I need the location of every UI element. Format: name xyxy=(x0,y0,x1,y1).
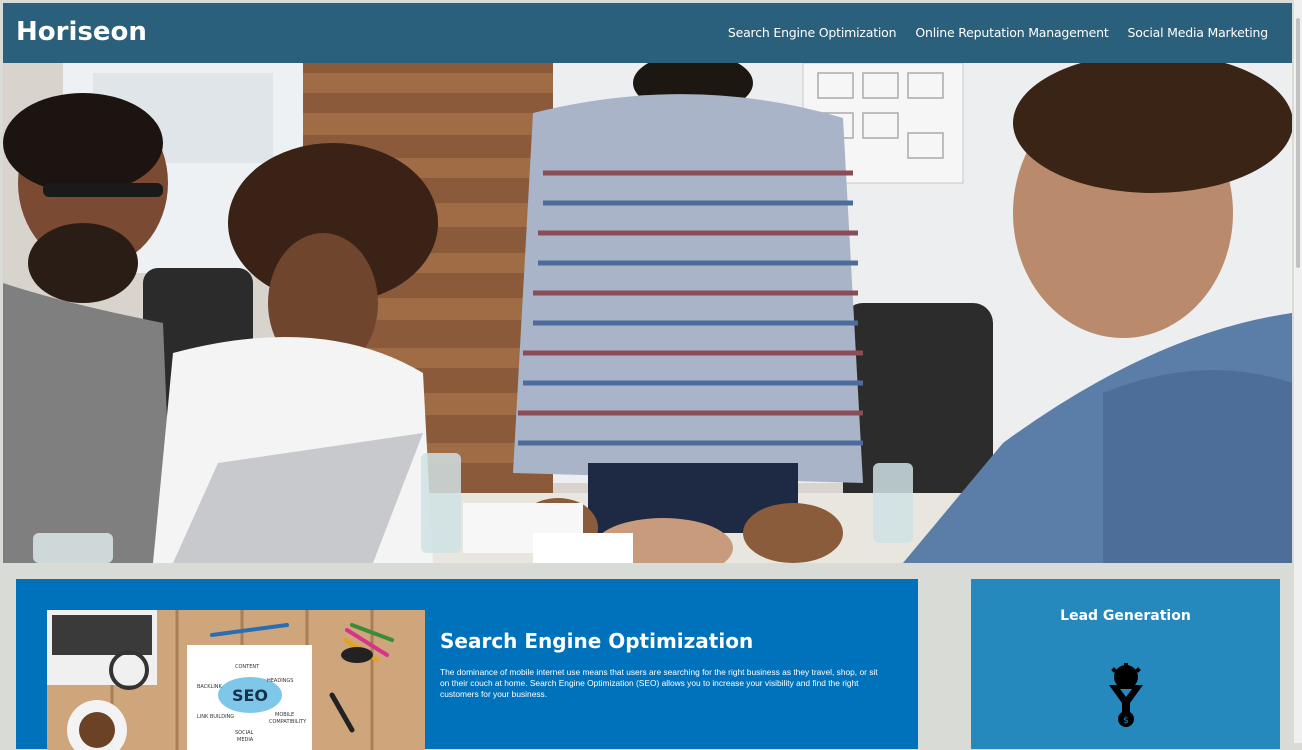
hero-illustration xyxy=(3,63,1292,563)
seo-illustration: SEO CONTENT BACKLINK HEADINGS MOBILE COM… xyxy=(47,610,425,750)
seo-image-social: SOCIAL xyxy=(235,730,253,736)
seo-section: SEO CONTENT BACKLINK HEADINGS MOBILE COM… xyxy=(16,579,918,750)
site-header: Horiseon Search Engine Optimization Onli… xyxy=(3,3,1292,63)
lead-funnel-icon: $ xyxy=(1107,663,1145,732)
seo-body: The dominance of mobile internet use mea… xyxy=(440,667,878,699)
nav-link-seo[interactable]: Search Engine Optimization xyxy=(728,25,897,40)
seo-image: SEO CONTENT BACKLINK HEADINGS MOBILE COM… xyxy=(47,610,425,750)
seo-image-backlink: BACKLINK xyxy=(197,684,223,690)
nav-link-social[interactable]: Social Media Marketing xyxy=(1128,25,1269,40)
lead-generation-title: Lead Generation xyxy=(1060,608,1191,624)
seo-image-center-text: SEO xyxy=(232,686,268,705)
seo-image-compat: COMPATIBILITY xyxy=(269,719,307,725)
seo-image-content: CONTENT xyxy=(235,664,260,670)
seo-image-link: LINK BUILDING xyxy=(197,714,234,720)
page-scrollbar[interactable] xyxy=(1294,0,1302,743)
seo-image-headings: HEADINGS xyxy=(267,678,293,684)
scrollbar-thumb[interactable] xyxy=(1296,18,1300,268)
benefits-sidebar: Lead Generation $ xyxy=(971,579,1280,749)
hero-image xyxy=(3,63,1292,563)
page-frame: Horiseon Search Engine Optimization Onli… xyxy=(3,3,1292,750)
nav-link-reputation[interactable]: Online Reputation Management xyxy=(915,25,1108,40)
svg-text:$: $ xyxy=(1123,716,1129,726)
seo-image-media: MEDIA xyxy=(237,737,254,743)
seo-image-mobile: MOBILE xyxy=(275,712,294,718)
seo-title: Search Engine Optimization xyxy=(440,629,754,653)
site-logo[interactable]: Horiseon xyxy=(16,17,147,47)
main-nav: Search Engine Optimization Online Reputa… xyxy=(728,25,1268,40)
